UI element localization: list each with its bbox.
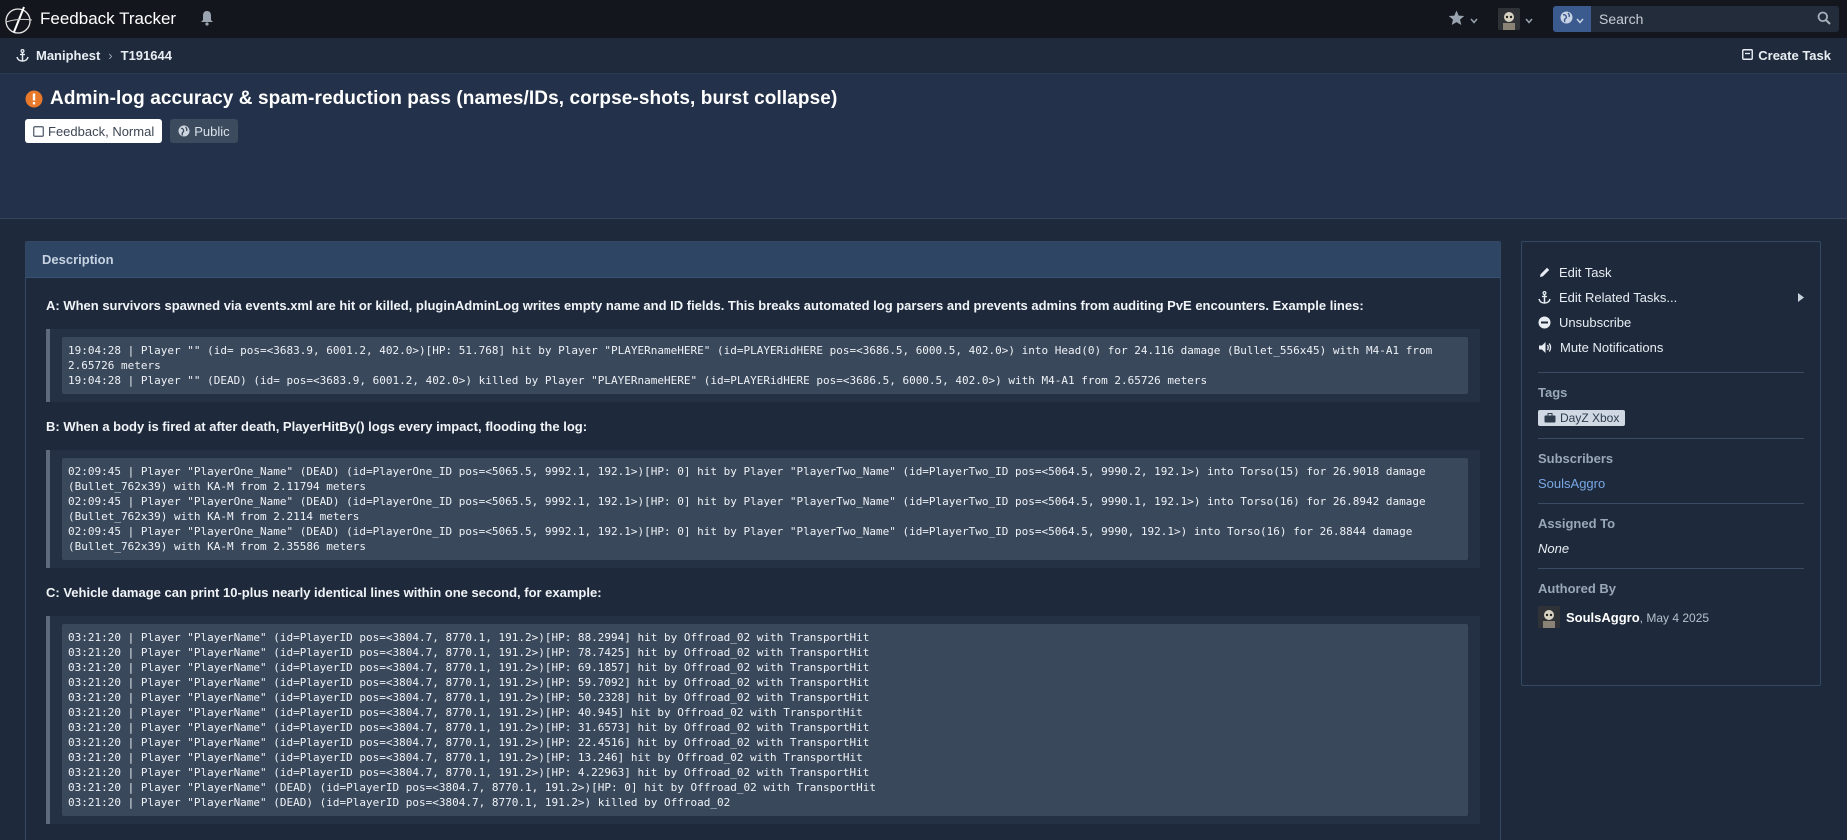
code-line: 03:21:20 | Player "PlayerName" (id=Playe…	[68, 691, 870, 704]
notifications-button[interactable]	[200, 10, 214, 29]
bell-icon	[200, 10, 214, 29]
home-logo[interactable]: Feedback Tracker	[0, 0, 176, 38]
breadcrumb-current-label: T191644	[120, 48, 172, 63]
code-line: 02:09:45 | Player "PlayerOne_Name" (DEAD…	[68, 525, 1420, 553]
edit-task-label: Edit Task	[1559, 265, 1612, 280]
tag-chip[interactable]: DayZ Xbox	[1538, 410, 1626, 426]
top-bar: Feedback Tracker	[0, 0, 1847, 38]
create-task-icon	[1742, 48, 1754, 63]
code-line: 03:21:20 | Player "PlayerName" (id=Playe…	[68, 751, 863, 764]
description-header: Description	[26, 242, 1500, 278]
task-sidebar: Edit Task Edit Related Tasks... Unsubscr…	[1521, 241, 1821, 686]
subscriber-link[interactable]: SoulsAggro	[1538, 476, 1804, 491]
code-line: 03:21:20 | Player "PlayerName" (id=Playe…	[68, 631, 870, 644]
section-c-text: C: Vehicle damage can print 10-plus near…	[46, 585, 602, 600]
globe-icon	[1560, 11, 1573, 27]
code-line: 19:04:28 | Player "" (id= pos=<3683.9, 6…	[68, 344, 1439, 372]
briefcase-icon	[1544, 413, 1556, 423]
checkbox-icon	[33, 125, 44, 137]
description-panel: Description A: When survivors spawned vi…	[25, 241, 1501, 840]
divider	[1538, 503, 1804, 504]
code-block-c: 03:21:20 | Player "PlayerName" (id=Playe…	[46, 616, 1480, 824]
code-line: 03:21:20 | Player "PlayerName" (DEAD) (i…	[68, 781, 876, 794]
search-input[interactable]	[1591, 11, 1801, 27]
create-task-label: Create Task	[1758, 48, 1831, 63]
breadcrumb: Maniphest › T191644 Create Task	[0, 38, 1847, 74]
avatar	[1498, 8, 1520, 30]
user-menu-button[interactable]	[1498, 8, 1533, 30]
globe-icon	[178, 125, 190, 137]
search-icon[interactable]	[1817, 11, 1831, 28]
chevron-down-icon	[1576, 12, 1584, 27]
code-line: 19:04:28 | Player "" (DEAD) (id= pos=<36…	[68, 374, 1208, 387]
code-line: 03:21:20 | Player "PlayerName" (id=Playe…	[68, 676, 870, 689]
section-b-text: B: When a body is fired at after death, …	[46, 419, 588, 434]
unsubscribe-button[interactable]: Unsubscribe	[1538, 310, 1804, 335]
code-line: 03:21:20 | Player "PlayerName" (id=Playe…	[68, 766, 870, 779]
code-line: 03:21:20 | Player "PlayerName" (id=Playe…	[68, 661, 870, 674]
star-icon	[1448, 10, 1465, 29]
mute-icon	[1538, 341, 1552, 354]
author-link[interactable]: SoulsAggro	[1566, 610, 1640, 625]
tag-label: DayZ Xbox	[1560, 411, 1620, 425]
anchor-icon	[16, 49, 29, 62]
assigned-to-value: None	[1538, 541, 1570, 556]
chevron-down-icon	[1470, 12, 1478, 27]
avatar[interactable]	[1538, 606, 1560, 628]
create-task-button[interactable]: Create Task	[1742, 48, 1831, 63]
link-icon	[1538, 291, 1551, 304]
minus-circle-icon	[1538, 316, 1551, 329]
status-label: Feedback, Normal	[48, 123, 155, 139]
edit-related-tasks-button[interactable]: Edit Related Tasks...	[1538, 285, 1804, 310]
code-line: 03:21:20 | Player "PlayerName" (id=Playe…	[68, 706, 863, 719]
code-line: 02:09:45 | Player "PlayerOne_Name" (DEAD…	[68, 495, 1433, 523]
page-title: Admin-log accuracy & spam-reduction pass…	[50, 88, 838, 109]
edit-task-button[interactable]: Edit Task	[1538, 260, 1804, 285]
author-row: SoulsAggro, May 4 2025	[1538, 606, 1804, 628]
task-header: Admin-log accuracy & spam-reduction pass…	[0, 74, 1847, 219]
section-a-text: A: When survivors spawned via events.xml…	[46, 298, 1364, 313]
code-line: 03:21:20 | Player "PlayerName" (id=Playe…	[68, 721, 870, 734]
pencil-icon	[1538, 266, 1551, 279]
code-line: 03:21:20 | Player "PlayerName" (id=Playe…	[68, 646, 870, 659]
mute-notifications-button[interactable]: Mute Notifications	[1538, 335, 1804, 360]
authored-date: , May 4 2025	[1639, 610, 1710, 625]
breadcrumb-maniphest[interactable]: Maniphest	[16, 48, 100, 63]
visibility-label: Public	[194, 123, 230, 139]
search-bar	[1553, 6, 1839, 32]
warning-icon	[25, 90, 43, 108]
authored-by-heading: Authored By	[1538, 581, 1616, 596]
mute-notifications-label: Mute Notifications	[1560, 340, 1664, 355]
caret-right-icon	[1798, 290, 1804, 305]
status-badge: Feedback, Normal	[25, 119, 163, 143]
logo-icon	[4, 4, 34, 34]
assigned-to-heading: Assigned To	[1538, 516, 1616, 531]
chevron-right-icon: ›	[108, 48, 113, 63]
divider	[1538, 438, 1804, 439]
breadcrumb-current[interactable]: T191644	[121, 48, 172, 63]
unsubscribe-label: Unsubscribe	[1559, 315, 1632, 330]
favorites-menu-button[interactable]	[1448, 10, 1478, 29]
code-line: 03:21:20 | Player "PlayerName" (id=Playe…	[68, 736, 870, 749]
edit-related-tasks-label: Edit Related Tasks...	[1559, 290, 1678, 305]
breadcrumb-root-label: Maniphest	[36, 48, 101, 63]
tags-heading: Tags	[1538, 385, 1568, 400]
subscribers-heading: Subscribers	[1538, 451, 1614, 466]
code-block-a: 19:04:28 | Player "" (id= pos=<3683.9, 6…	[46, 329, 1480, 402]
code-block-b: 02:09:45 | Player "PlayerOne_Name" (DEAD…	[46, 450, 1480, 568]
code-line: 03:21:20 | Player "PlayerName" (DEAD) (i…	[68, 796, 731, 809]
divider	[1538, 372, 1804, 373]
chevron-down-icon	[1525, 12, 1533, 27]
search-scope-button[interactable]	[1553, 6, 1591, 32]
code-line: 02:09:45 | Player "PlayerOne_Name" (DEAD…	[68, 465, 1433, 493]
app-name: Feedback Tracker	[40, 9, 177, 28]
divider	[1538, 568, 1804, 569]
visibility-badge: Public	[170, 119, 238, 143]
